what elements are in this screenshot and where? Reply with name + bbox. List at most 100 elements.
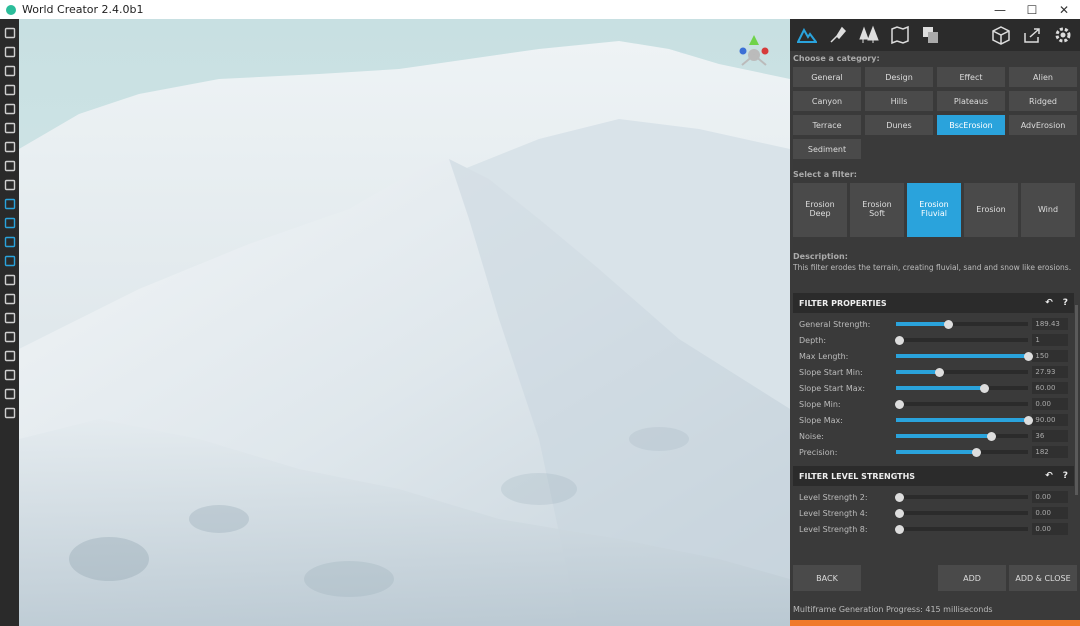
property-value-field[interactable]: 189.43 — [1032, 318, 1068, 330]
property-label: General Strength: — [799, 319, 871, 329]
category-general-button[interactable]: General — [793, 67, 861, 87]
category-canyon-button[interactable]: Canyon — [793, 91, 861, 111]
property-slider[interactable] — [895, 367, 1029, 377]
export-icon[interactable] — [3, 121, 16, 134]
slider-handle[interactable] — [895, 524, 905, 534]
property-slider[interactable] — [895, 415, 1033, 425]
share-icon[interactable] — [1021, 24, 1043, 46]
slider-handle[interactable] — [895, 335, 905, 345]
property-value-field[interactable]: 36 — [1032, 430, 1068, 442]
slider-handle[interactable] — [972, 447, 982, 457]
layers-tab-icon[interactable] — [920, 24, 942, 46]
slider-handle[interactable] — [935, 367, 945, 377]
property-value-field[interactable]: 150 — [1032, 350, 1068, 362]
open-recent-icon[interactable] — [3, 64, 16, 77]
category-terrace-button[interactable]: Terrace — [793, 115, 861, 135]
slider-handle[interactable] — [895, 399, 905, 409]
sun-icon[interactable] — [3, 368, 16, 381]
trees-tab-icon[interactable] — [858, 24, 880, 46]
property-slider[interactable] — [895, 335, 1029, 345]
open-folder-icon[interactable] — [3, 45, 16, 58]
add-button[interactable]: ADD — [938, 565, 1006, 591]
category-bscerosion-button[interactable]: BscErosion — [937, 115, 1005, 135]
new-file-icon[interactable] — [3, 26, 16, 39]
road-icon[interactable] — [3, 292, 16, 305]
close-button[interactable]: ✕ — [1048, 0, 1080, 19]
minimize-button[interactable]: — — [984, 0, 1016, 19]
brush-icon[interactable] — [3, 216, 16, 229]
grid-icon[interactable] — [3, 330, 16, 343]
slider-handle[interactable] — [980, 383, 990, 393]
category-adverosion-button[interactable]: AdvErosion — [1009, 115, 1077, 135]
filter-erosion-fluvial-button[interactable]: Erosion Fluvial — [907, 183, 961, 237]
back-button[interactable]: BACK — [793, 565, 861, 591]
trees-icon[interactable] — [3, 235, 16, 248]
filter-erosion-soft-button[interactable]: Erosion Soft — [850, 183, 904, 237]
category-hills-button[interactable]: Hills — [865, 91, 933, 111]
filter-erosion-deep-button[interactable]: Erosion Deep — [793, 183, 847, 237]
category-alien-button[interactable]: Alien — [1009, 67, 1077, 87]
property-value-field[interactable]: 182 — [1032, 446, 1068, 458]
map-icon[interactable] — [3, 140, 16, 153]
category-design-button[interactable]: Design — [865, 67, 933, 87]
save-icon[interactable] — [3, 83, 16, 96]
brush-tab-icon[interactable] — [827, 24, 849, 46]
binoculars-icon[interactable] — [3, 159, 16, 172]
save-as-icon[interactable] — [3, 102, 16, 115]
terrain-icon[interactable] — [3, 197, 16, 210]
property-value-field[interactable]: 90.00 — [1032, 414, 1068, 426]
reset-icon[interactable]: ↶ — [1045, 471, 1053, 481]
star-icon[interactable] — [3, 387, 16, 400]
help-icon[interactable]: ? — [1063, 298, 1068, 308]
property-slider[interactable] — [895, 399, 1029, 409]
property-value-field[interactable]: 0.00 — [1032, 507, 1068, 519]
property-value-field[interactable]: 0.00 — [1032, 523, 1068, 535]
panel-scrollbar[interactable] — [1075, 305, 1078, 495]
property-value-field[interactable]: 0.00 — [1032, 491, 1068, 503]
globe-icon[interactable] — [3, 178, 16, 191]
image-icon[interactable] — [3, 349, 16, 362]
network-icon[interactable] — [3, 311, 16, 324]
filter-label: Select a filter: — [793, 170, 857, 179]
property-slider[interactable] — [895, 351, 1033, 361]
category-ridged-button[interactable]: Ridged — [1009, 91, 1077, 111]
slider-handle[interactable] — [895, 508, 905, 518]
river-icon[interactable] — [3, 273, 16, 286]
reset-icon[interactable]: ↶ — [1045, 298, 1053, 308]
tool-icon[interactable] — [3, 406, 16, 419]
property-slider[interactable] — [895, 383, 1029, 393]
property-slider[interactable] — [895, 447, 1029, 457]
slider-handle[interactable] — [895, 492, 905, 502]
property-slider[interactable] — [895, 492, 1029, 502]
slider-handle[interactable] — [986, 431, 996, 441]
filter-levels-box: FILTER LEVEL STRENGTHS ↶ ? Level Strengt… — [793, 466, 1074, 537]
property-value-field[interactable]: 27.93 — [1032, 366, 1068, 378]
maximize-button[interactable]: ☐ — [1016, 0, 1048, 19]
grass-icon[interactable] — [3, 254, 16, 267]
property-value-field[interactable]: 60.00 — [1032, 382, 1068, 394]
category-dunes-button[interactable]: Dunes — [865, 115, 933, 135]
map-tab-icon[interactable] — [889, 24, 911, 46]
property-slider[interactable] — [895, 319, 1029, 329]
property-label: Slope Start Min: — [799, 367, 863, 377]
slider-handle[interactable] — [944, 319, 954, 329]
orientation-gizmo[interactable] — [734, 33, 774, 73]
terrain-viewport[interactable] — [19, 19, 790, 626]
property-slider[interactable] — [895, 431, 1029, 441]
property-slider[interactable] — [895, 524, 1029, 534]
property-value-field[interactable]: 0.00 — [1032, 398, 1068, 410]
add-close-button[interactable]: ADD & CLOSE — [1009, 565, 1077, 591]
category-sediment-button[interactable]: Sediment — [793, 139, 861, 159]
filter-wind-button[interactable]: Wind — [1021, 183, 1075, 237]
category-effect-button[interactable]: Effect — [937, 67, 1005, 87]
filter-erosion-button[interactable]: Erosion — [964, 183, 1018, 237]
settings-icon[interactable] — [1052, 24, 1074, 46]
terrain-tab-icon[interactable] — [796, 24, 818, 46]
slider-handle[interactable] — [1023, 415, 1033, 425]
property-value-field[interactable]: 1 — [1032, 334, 1068, 346]
property-slider[interactable] — [895, 508, 1029, 518]
slider-handle[interactable] — [1023, 351, 1033, 361]
category-plateaus-button[interactable]: Plateaus — [937, 91, 1005, 111]
help-icon[interactable]: ? — [1063, 471, 1068, 481]
cube-icon[interactable] — [990, 24, 1012, 46]
